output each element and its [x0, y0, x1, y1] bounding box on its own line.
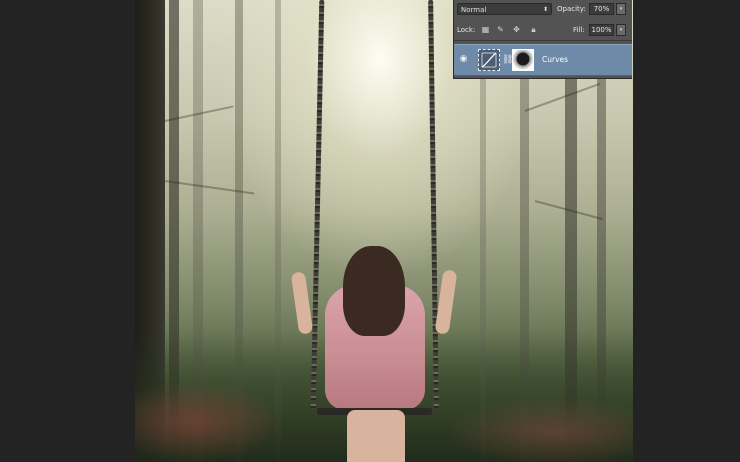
dropdown-arrow-icon: ▾	[619, 27, 623, 33]
updown-arrow-icon: ⬍	[542, 6, 548, 13]
fill-dropdown-button[interactable]: ▾	[616, 24, 626, 36]
legs	[347, 410, 405, 462]
fill-input[interactable]: 100%	[589, 24, 614, 36]
move-lock-icon[interactable]: ✥	[512, 25, 521, 34]
opacity-label: Opacity:	[557, 5, 586, 13]
layer-mask-thumbnail[interactable]	[512, 49, 534, 71]
dropdown-arrow-icon: ▾	[619, 6, 623, 12]
curves-graph	[481, 52, 497, 68]
branch	[524, 82, 601, 112]
layer-name[interactable]: Curves	[542, 54, 568, 66]
panel-divider	[454, 40, 632, 41]
fill-value: 100%	[591, 26, 612, 34]
opacity-value: 70%	[593, 5, 610, 13]
opacity-dropdown-button[interactable]: ▾	[616, 3, 626, 15]
fill-label: Fill:	[573, 26, 585, 34]
opacity-input[interactable]: 70%	[589, 3, 614, 15]
chain-link-icon[interactable]: ⛓	[502, 54, 513, 66]
curves-adjustment-icon[interactable]	[478, 49, 500, 71]
brush-lock-icon[interactable]: ✎	[496, 25, 505, 34]
lock-label: Lock:	[457, 26, 476, 34]
checkerboard-lock-icon[interactable]: ▦	[481, 25, 490, 34]
arm-left	[290, 271, 314, 335]
layers-panel: Normal ⬍ Opacity: 70% ▾ Lock: ▦ ✎ ✥ 🔒︎ F…	[453, 0, 632, 79]
padlock-icon[interactable]: 🔒︎	[529, 25, 538, 34]
layer-row-curves[interactable]: ◉ ⛓ Curves	[454, 44, 632, 76]
hair	[343, 246, 405, 336]
eye-icon[interactable]: ◉	[458, 54, 469, 65]
blend-mode-value: Normal	[461, 6, 487, 14]
arm-right	[434, 269, 458, 335]
blend-mode-select[interactable]: Normal ⬍	[457, 3, 552, 15]
